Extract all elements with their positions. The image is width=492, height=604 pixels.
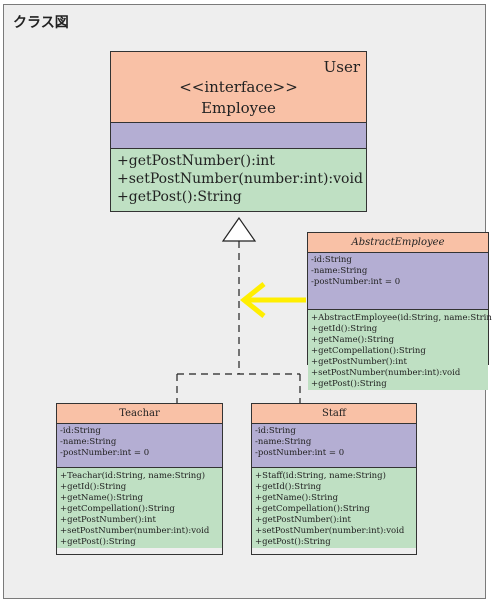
- realization-triangle-icon: [221, 216, 257, 242]
- operation: +getCompellation():String: [311, 346, 426, 356]
- attributes-compartment: [111, 123, 366, 149]
- stereotype-user: User: [323, 58, 360, 76]
- operation: +getPost():String: [60, 537, 136, 547]
- operation: +setPostNumber(number:int):void: [117, 171, 363, 187]
- attribute: -postNumber:int = 0: [311, 277, 401, 287]
- attribute: -id:String: [255, 426, 296, 436]
- operation: +Teachar(id:String, name:String): [60, 471, 206, 481]
- stereotype-interface: <<interface>>: [179, 78, 298, 96]
- operation: +getPost():String: [255, 537, 331, 547]
- operation: +getCompellation():String: [255, 504, 370, 514]
- attribute: -postNumber:int = 0: [60, 448, 150, 458]
- attribute: -name:String: [311, 266, 368, 276]
- operation: +getName():String: [311, 335, 395, 345]
- operation: +getPostNumber():int: [255, 515, 351, 525]
- attributes-compartment: -id:String -name:String -postNumber:int …: [308, 253, 488, 310]
- attribute: -id:String: [311, 255, 352, 265]
- operation: +getPostNumber():int: [311, 357, 407, 367]
- operation: +getName():String: [60, 493, 144, 503]
- attributes-compartment: -id:String -name:String -postNumber:int …: [252, 424, 416, 468]
- operation: +getId():String: [255, 482, 322, 492]
- attribute: -postNumber:int = 0: [255, 448, 345, 458]
- class-teachar[interactable]: Teachar -id:String -name:String -postNum…: [56, 403, 223, 555]
- class-staff[interactable]: Staff -id:String -name:String -postNumbe…: [251, 403, 417, 555]
- operation: +AbstractEmployee(id:String, name:String…: [311, 313, 492, 323]
- operation: +setPostNumber(number:int):void: [60, 526, 210, 536]
- operations-compartment: +getPostNumber():int +setPostNumber(numb…: [111, 149, 366, 211]
- class-employee-header: User <<interface>> Employee: [111, 52, 366, 123]
- operation: +getPost():String: [117, 189, 242, 205]
- operations-compartment: +Teachar(id:String, name:String) +getId(…: [57, 468, 222, 548]
- operation: +getName():String: [255, 493, 339, 503]
- attribute: -id:String: [60, 426, 101, 436]
- operation: +Staff(id:String, name:String): [255, 471, 386, 481]
- operation: +getId():String: [311, 324, 378, 334]
- class-abstract-employee[interactable]: AbstractEmployee -id:String -name:String…: [307, 232, 492, 390]
- class-name: AbstractEmployee: [308, 233, 488, 253]
- class-employee[interactable]: User <<interface>> Employee +getPostNumb…: [110, 51, 367, 212]
- attributes-compartment: -id:String -name:String -postNumber:int …: [57, 424, 222, 468]
- operation: +getCompellation():String: [60, 504, 175, 514]
- operation: +getPost():String: [311, 379, 387, 389]
- operations-compartment: +AbstractEmployee(id:String, name:String…: [308, 310, 492, 390]
- class-name: Employee: [201, 99, 276, 117]
- operation: +getId():String: [60, 482, 127, 492]
- operation: +getPostNumber():int: [117, 153, 275, 169]
- attribute: -name:String: [60, 437, 117, 447]
- operations-compartment: +Staff(id:String, name:String) +getId():…: [252, 468, 416, 548]
- class-name: Teachar: [57, 404, 222, 424]
- operation: +getPostNumber():int: [60, 515, 156, 525]
- operation: +setPostNumber(number:int):void: [255, 526, 405, 536]
- class-name: Staff: [252, 404, 416, 424]
- operation: +setPostNumber(number:int):void: [311, 368, 461, 378]
- attribute: -name:String: [255, 437, 312, 447]
